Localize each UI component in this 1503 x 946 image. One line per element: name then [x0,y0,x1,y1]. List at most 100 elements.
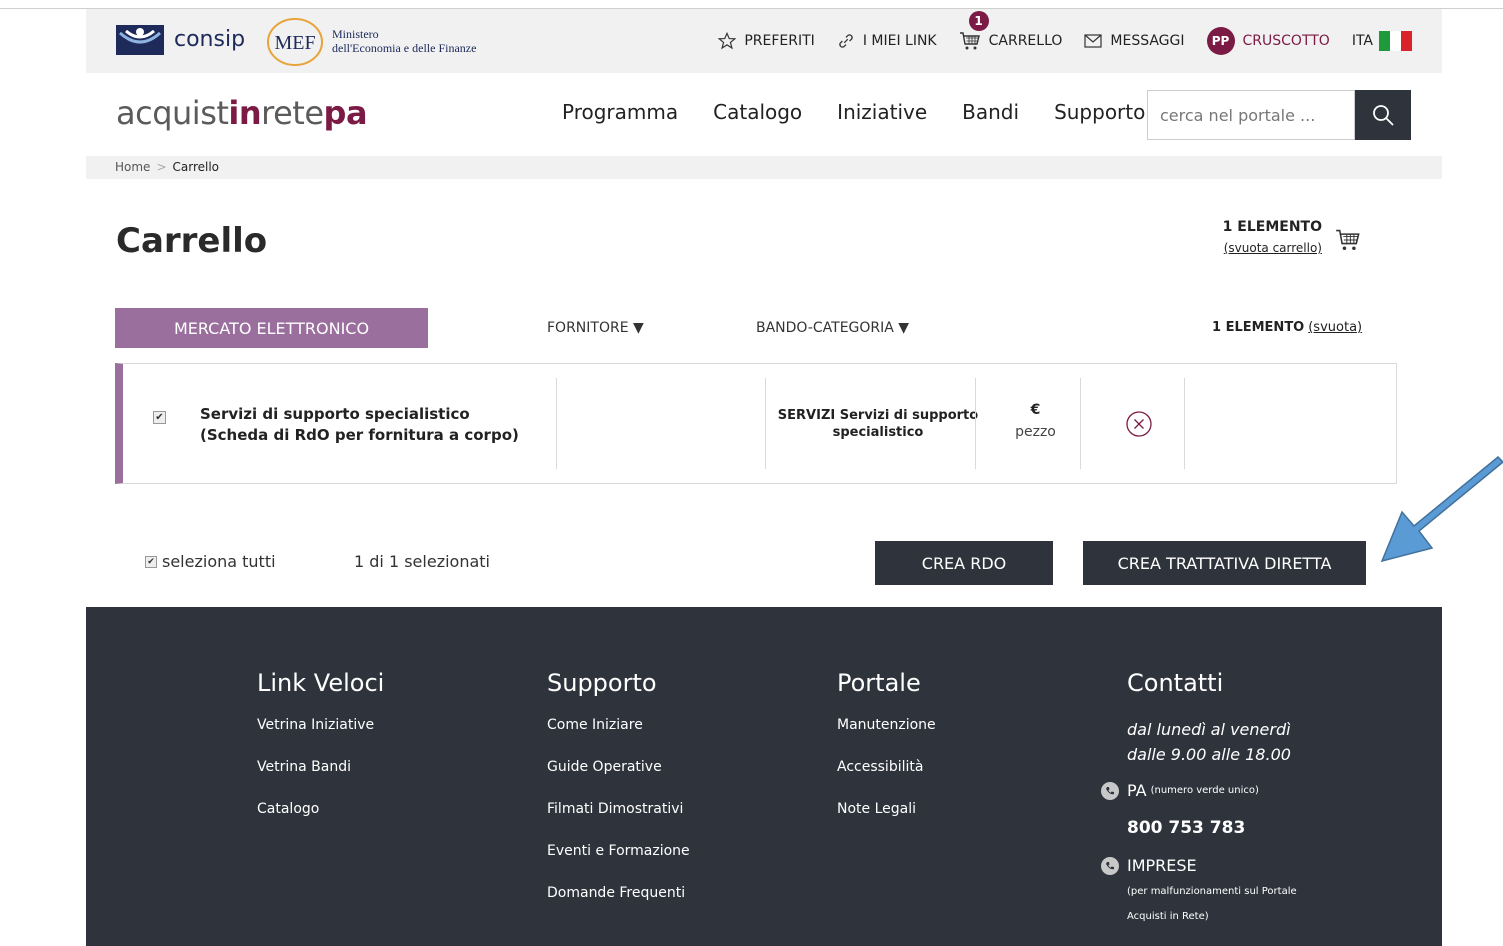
breadcrumb-current: Carrello [172,160,220,174]
user-avatar: PP [1206,27,1235,55]
search-input[interactable]: cerca nel portale ... [1147,90,1355,140]
brand-part2: in [228,94,262,132]
selected-count: 1 di 1 selezionati [354,552,490,571]
consip-logo-icon[interactable] [116,25,164,55]
footer-link[interactable]: Guide Operative [547,759,690,775]
item-category: SERVIZI Servizi di supporto specialistic… [777,408,979,440]
column-divider [975,378,976,469]
pa-label: PA [1127,781,1147,800]
mef-name: Ministero dell'Economia e delle Finanze [332,27,476,55]
cart-icon [959,31,981,51]
footer-heading: Contatti [1127,669,1224,697]
footer-link[interactable]: Come Iniziare [547,717,690,733]
miei-link-label: I MIEI LINK [862,33,937,49]
pa-contact: PA (numero verde unico) [1101,781,1297,800]
nav-supporto[interactable]: Supporto [1054,100,1145,124]
carrello-link[interactable]: 1 CARRELLO [959,11,1063,51]
item-checkbox[interactable]: ✔ [153,411,166,424]
imprese-contact: IMPRESE [1101,856,1297,875]
select-all-label: seleziona tutti [162,552,276,571]
group-empty-link[interactable]: (svuota) [1308,320,1362,335]
cart-badge: 1 [968,11,989,31]
footer-link[interactable]: Catalogo [257,801,384,817]
nav-iniziative[interactable]: Iniziative [837,100,927,124]
preferiti-label: PREFERITI [744,33,815,49]
link-icon [837,32,855,50]
mef-abbr: MEF [274,32,315,54]
brand-part4: pa [323,94,368,132]
phone-icon [1101,856,1119,875]
star-icon [718,32,737,50]
group-count-value: 1 ELEMENTO [1212,320,1305,335]
empty-cart-link[interactable]: (svuota carrello) [1220,241,1322,255]
footer-link[interactable]: Note Legali [837,801,936,817]
italian-flag-icon [1379,31,1412,51]
messaggi-label: MESSAGGI [1110,33,1185,49]
nav-bandi[interactable]: Bandi [962,100,1019,124]
footer-link[interactable]: Filmati Dimostrativi [547,801,690,817]
item-price: € pezzo [983,402,1088,440]
item-currency: € [1030,402,1041,418]
item-unit: pezzo [1015,424,1056,440]
contact-hours: dal lunedì al venerdì dalle 9.00 alle 18… [1127,717,1297,767]
sort-bando-categoria[interactable]: BANDO-CATEGORIA ▼ [756,320,909,336]
column-divider [1184,378,1185,469]
page-title: Carrello [116,221,268,261]
utility-links: PREFERITI I MIEI LINK 1 CARRELLO MESSAGG… [696,9,1412,73]
select-all-checkbox[interactable]: ✔ seleziona tutti [145,552,276,571]
imprese-note-line1: (per malfunzionamenti sul Portale [1127,886,1297,897]
hours-line2: dalle 9.00 alle 18.00 [1127,745,1291,764]
carrello-label: CARRELLO [988,33,1063,49]
site-logo[interactable]: acquistinretepa [116,94,368,132]
footer-heading: Link Veloci [257,669,385,697]
footer-link[interactable]: Domande Frequenti [547,885,690,901]
nav-catalogo[interactable]: Catalogo [713,100,802,124]
cruscotto-link[interactable]: PP CRUSCOTTO [1206,27,1330,55]
column-divider [1080,378,1081,469]
breadcrumb-home[interactable]: Home [115,160,150,174]
breadcrumb: Home > Carrello [86,156,1442,179]
remove-item-button[interactable] [1126,411,1152,441]
group-count: 1 ELEMENTO (svuota) [1212,320,1362,335]
nav-programma[interactable]: Programma [562,100,678,124]
main-nav: Programma Catalogo Iniziative Bandi Supp… [562,100,1180,124]
footer-link[interactable]: Eventi e Formazione [547,843,690,859]
column-divider [765,378,766,469]
breadcrumb-separator: > [156,160,167,174]
cart-summary: 1 ELEMENTO (svuota carrello) [1220,219,1322,255]
preferiti-link[interactable]: PREFERITI [718,32,815,50]
footer-link[interactable]: Vetrina Bandi [257,759,384,775]
imprese-label: IMPRESE [1127,856,1197,875]
footer-col-link-veloci: Link Veloci Vetrina Iniziative Vetrina B… [257,669,384,843]
envelope-icon [1084,34,1102,48]
search-icon [1373,105,1394,126]
utility-bar: consip MEF Ministero dell'Economia e del… [86,9,1442,73]
search-button[interactable] [1355,90,1411,140]
footer-link[interactable]: Vetrina Iniziative [257,717,384,733]
cart-item: ✔ Servizi di supporto specialistico (Sch… [115,363,1397,484]
messaggi-link[interactable]: MESSAGGI [1084,33,1185,49]
pa-phone-number[interactable]: 800 753 783 [1127,818,1297,838]
footer-heading: Supporto [547,669,657,697]
footer-heading: Portale [837,669,921,697]
annotation-arrow-icon [1380,456,1503,563]
footer-col-portale: Portale Manutenzione Accessibilità Note … [837,669,936,843]
footer-link[interactable]: Accessibilità [837,759,936,775]
sort-fornitore[interactable]: FORNITORE ▼ [547,320,644,336]
close-circle-icon [1126,411,1152,437]
miei-link-link[interactable]: I MIEI LINK [837,32,937,50]
brand-part3: rete [261,94,324,132]
mef-logo-icon[interactable]: MEF [266,17,324,67]
checkbox-icon: ✔ [145,555,157,568]
tab-mercato-elettronico[interactable]: MERCATO ELETTRONICO [115,308,428,348]
phone-icon [1101,781,1119,800]
cart-summary-count: 1 ELEMENTO [1222,219,1322,235]
cart-icon [1335,228,1361,256]
brand-part1: acquist [116,94,229,132]
footer-link[interactable]: Manutenzione [837,717,936,733]
item-title[interactable]: Servizi di supporto specialistico (Sched… [200,404,530,446]
language-selector[interactable]: ITA [1352,31,1412,51]
crea-trattativa-diretta-button[interactable]: CREA TRATTATIVA DIRETTA [1083,541,1366,585]
crea-rdo-button[interactable]: CREA RDO [875,541,1053,585]
imprese-note-line2: Acquisti in Rete) [1127,911,1209,922]
